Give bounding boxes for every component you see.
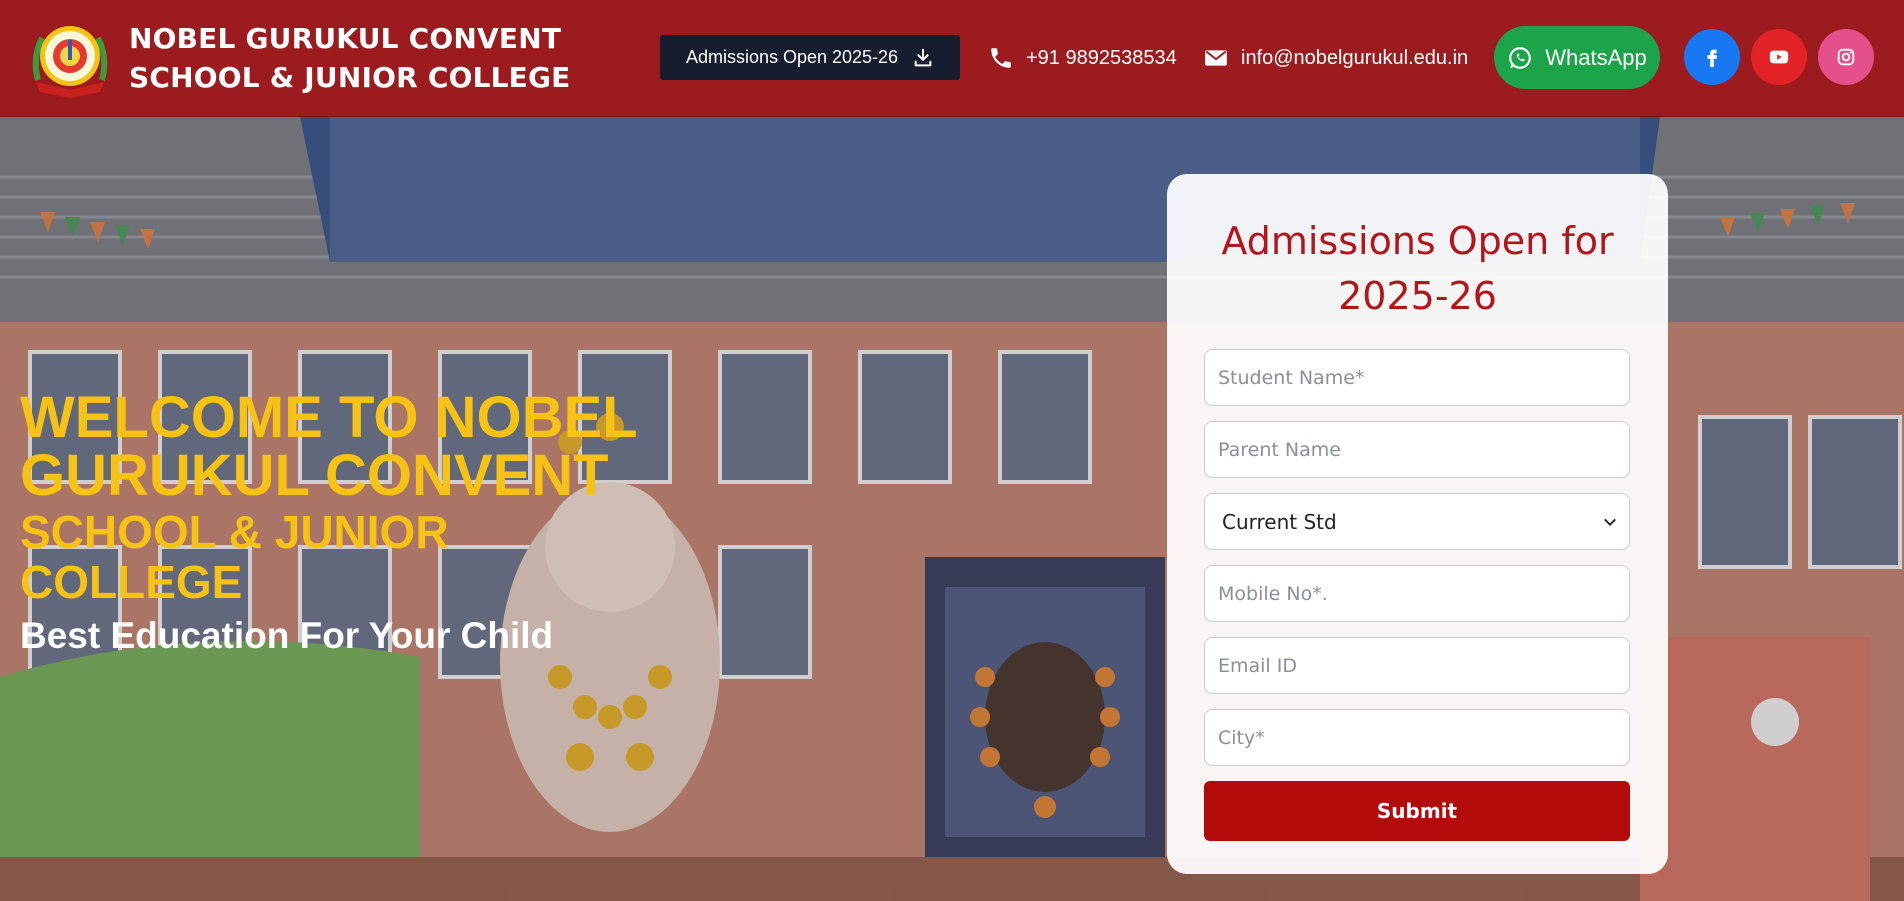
- youtube-button[interactable]: [1751, 29, 1807, 85]
- facebook-button[interactable]: [1684, 29, 1740, 85]
- form-title-line2: 2025-26: [1338, 274, 1497, 318]
- whatsapp-button[interactable]: WhatsApp: [1494, 26, 1660, 89]
- city-input[interactable]: [1204, 709, 1630, 766]
- admission-enquiry-form: Admissions Open for 2025-26 Current Std …: [1167, 174, 1668, 874]
- facebook-icon: [1707, 49, 1718, 68]
- school-name-line1: NOBEL GURUKUL CONVENT: [129, 22, 562, 55]
- phone-icon: [988, 45, 1014, 71]
- hero-title-line3: SCHOOL & JUNIOR: [20, 506, 449, 558]
- youtube-icon: [1769, 50, 1789, 64]
- submit-button[interactable]: Submit: [1204, 781, 1630, 841]
- hero-title-line4: COLLEGE: [20, 556, 243, 608]
- current-std-select[interactable]: Current Std: [1204, 493, 1630, 550]
- admissions-button-label: Admissions Open 2025-26: [685, 47, 899, 67]
- school-name[interactable]: NOBEL GURUKUL CONVENT SCHOOL & JUNIOR CO…: [129, 19, 571, 97]
- form-title-line1: Admissions Open for: [1221, 219, 1614, 263]
- instagram-icon: [1837, 48, 1855, 66]
- email-address: info@nobelgurukul.edu.in: [1241, 46, 1469, 69]
- instagram-button[interactable]: [1818, 29, 1874, 85]
- admissions-download-button[interactable]: Admissions Open 2025-26: [660, 35, 960, 80]
- student-name-input[interactable]: [1204, 349, 1630, 406]
- phone-number: +91 9892538534: [1026, 46, 1177, 69]
- envelope-icon: [1203, 45, 1229, 71]
- school-name-line2: SCHOOL & JUNIOR COLLEGE: [129, 61, 571, 94]
- school-logo[interactable]: [28, 18, 112, 98]
- email-input[interactable]: [1204, 637, 1630, 694]
- download-icon: [912, 47, 934, 69]
- hero-title-line2: GURUKUL CONVENT: [20, 443, 609, 508]
- current-std-value: Current Std: [1222, 509, 1337, 534]
- site-header: NOBEL GURUKUL CONVENT SCHOOL & JUNIOR CO…: [0, 0, 1904, 117]
- email-link[interactable]: info@nobelgurukul.edu.in: [1203, 34, 1468, 82]
- hero-subtitle: Best Education For Your Child: [20, 615, 554, 656]
- form-title: Admissions Open for 2025-26: [1204, 214, 1631, 324]
- whatsapp-icon: [1509, 46, 1532, 69]
- phone-link[interactable]: +91 9892538534: [988, 34, 1177, 82]
- whatsapp-label: WhatsApp: [1545, 44, 1647, 70]
- hero-title: WELCOME TO NOBEL GURUKUL CONVENT SCHOOL …: [20, 385, 660, 608]
- parent-name-input[interactable]: [1204, 421, 1630, 478]
- chevron-down-icon: [1604, 518, 1616, 526]
- hero-title-line1: WELCOME TO NOBEL: [20, 385, 638, 450]
- mobile-input[interactable]: [1204, 565, 1630, 622]
